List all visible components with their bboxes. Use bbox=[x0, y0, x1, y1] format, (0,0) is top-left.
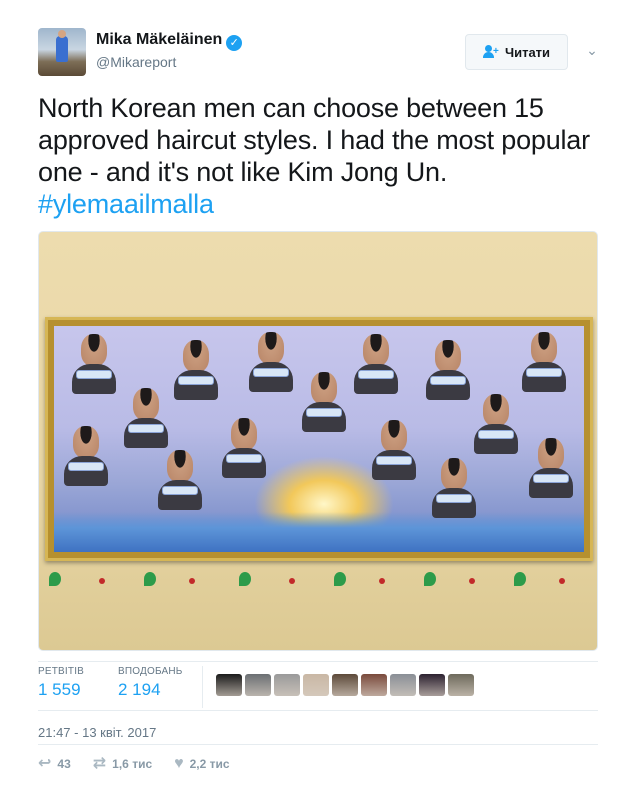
reply-button[interactable]: ↩ 43 bbox=[38, 756, 71, 772]
divider bbox=[38, 744, 598, 745]
portrait bbox=[64, 426, 108, 486]
poster-frame bbox=[45, 317, 593, 561]
portrait bbox=[72, 334, 116, 394]
portrait bbox=[474, 394, 518, 454]
follow-button-label: Читати bbox=[504, 44, 551, 60]
portrait bbox=[372, 420, 416, 480]
liker-avatars bbox=[216, 674, 474, 696]
likes-value: 2 194 bbox=[118, 680, 161, 699]
author-handle[interactable]: @Mikareport bbox=[96, 54, 176, 70]
liker-avatar[interactable] bbox=[448, 674, 474, 696]
verified-badge-icon: ✓ bbox=[226, 35, 243, 51]
retweets-label: РЕТВІТІВ bbox=[38, 666, 85, 677]
like-count: 2,2 тис bbox=[189, 757, 230, 771]
chevron-down-icon[interactable]: ⌄ bbox=[584, 42, 600, 58]
portrait bbox=[522, 332, 566, 392]
retweet-count: 1,6 тис bbox=[112, 757, 153, 771]
retweet-button[interactable]: ⇄ 1,6 тис bbox=[93, 756, 152, 772]
divider bbox=[38, 661, 598, 662]
portrait bbox=[124, 388, 168, 448]
retweet-icon: ⇄ bbox=[92, 755, 107, 772]
portrait bbox=[174, 340, 218, 400]
portrait bbox=[249, 332, 293, 392]
liker-avatar[interactable] bbox=[274, 674, 300, 696]
heart-icon: ♥ bbox=[174, 755, 184, 772]
like-button[interactable]: ♥ 2,2 тис bbox=[174, 756, 229, 772]
tweet-header: Mika Mäkeläinen ✓ @Mikareport + Читати ⌄ bbox=[38, 28, 608, 78]
reply-count: 43 bbox=[57, 757, 71, 771]
author-name[interactable]: Mika Mäkeläinen ✓ bbox=[96, 31, 243, 51]
author-name-text: Mika Mäkeläinen bbox=[96, 31, 223, 48]
garland-bottom bbox=[39, 572, 597, 590]
avatar-figure bbox=[56, 36, 68, 62]
haircut-poster bbox=[54, 326, 584, 552]
liker-avatar[interactable] bbox=[303, 674, 329, 696]
waves-graphic bbox=[54, 512, 584, 552]
tweet-photo[interactable] bbox=[38, 231, 598, 651]
portrait bbox=[432, 458, 476, 518]
tweet-actions: ↩ 43 ⇄ 1,6 тис ♥ 2,2 тис bbox=[38, 754, 252, 774]
portrait bbox=[222, 418, 266, 478]
retweets-stat[interactable]: РЕТВІТІВ 1 559 bbox=[38, 666, 84, 700]
portrait bbox=[158, 450, 202, 510]
retweets-value: 1 559 bbox=[38, 680, 81, 699]
liker-avatar[interactable] bbox=[332, 674, 358, 696]
avatar-head bbox=[58, 30, 66, 38]
tweet-body: North Korean men can choose between 15 a… bbox=[38, 93, 590, 187]
follow-button[interactable]: + Читати bbox=[465, 34, 568, 70]
likes-stat[interactable]: ВПОДОБАНЬ 2 194 bbox=[118, 666, 183, 700]
liker-avatar[interactable] bbox=[419, 674, 445, 696]
tweet-stats: РЕТВІТІВ 1 559 ВПОДОБАНЬ 2 194 bbox=[38, 666, 598, 708]
liker-avatar[interactable] bbox=[361, 674, 387, 696]
tweet-text: North Korean men can choose between 15 a… bbox=[38, 92, 598, 220]
liker-avatar[interactable] bbox=[390, 674, 416, 696]
liker-avatar[interactable] bbox=[245, 674, 271, 696]
reply-icon: ↩ bbox=[38, 755, 52, 772]
stats-separator bbox=[202, 666, 203, 708]
portrait bbox=[529, 438, 573, 498]
tweet-timestamp[interactable]: 21:47 - 13 квіт. 2017 bbox=[38, 725, 156, 740]
portrait bbox=[426, 340, 470, 400]
liker-avatar[interactable] bbox=[216, 674, 242, 696]
divider bbox=[38, 710, 598, 711]
follow-user-icon: + bbox=[482, 45, 499, 59]
hashtag-link[interactable]: #ylemaailmalla bbox=[38, 189, 214, 219]
portrait bbox=[354, 334, 398, 394]
likes-label: ВПОДОБАНЬ bbox=[118, 666, 183, 677]
author-avatar[interactable] bbox=[38, 28, 86, 76]
portrait bbox=[302, 372, 346, 432]
